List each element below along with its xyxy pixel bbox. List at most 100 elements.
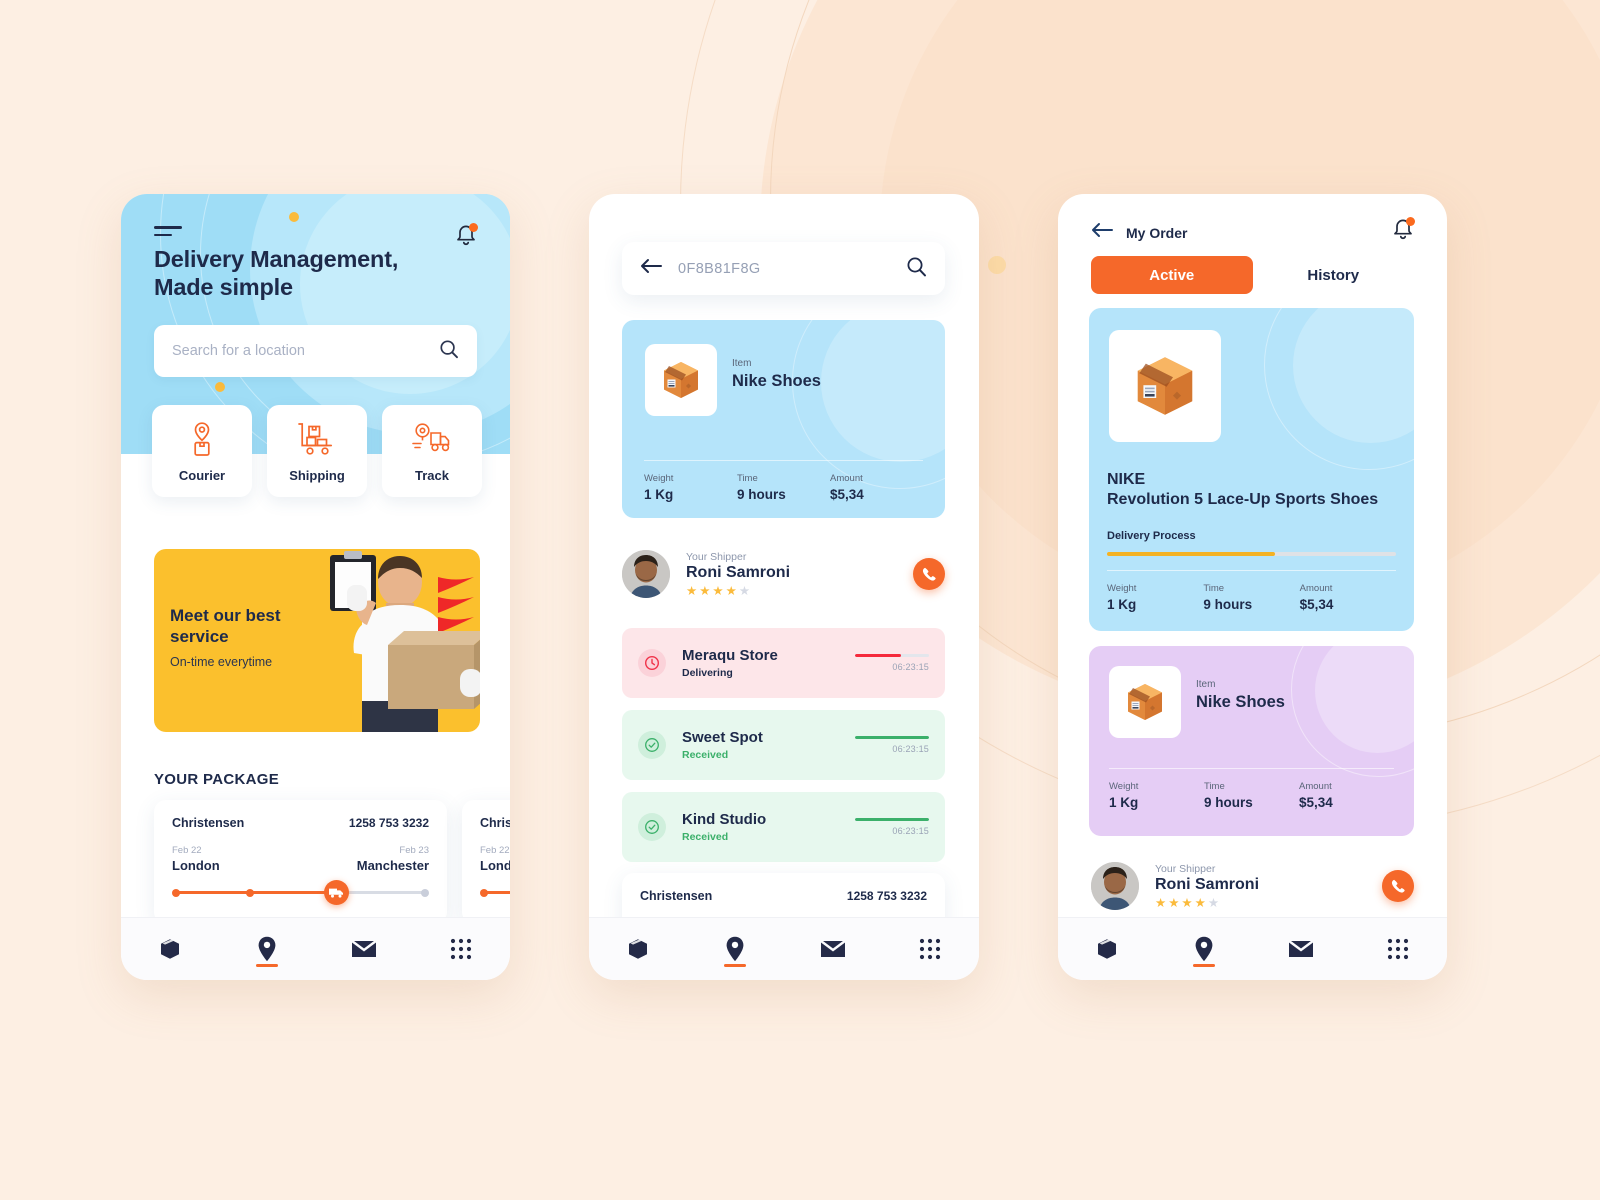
action-track[interactable]: Track: [382, 405, 482, 497]
package-progress-track: [172, 880, 429, 905]
time-label: Time: [737, 473, 758, 484]
secondary-order-card[interactable]: Item Nike Shoes Weight 1 Kg Time 9 hours…: [1089, 646, 1414, 836]
package-from-city: London: [480, 858, 510, 873]
background-dot: [988, 256, 1006, 274]
nav-item-apps[interactable]: [413, 918, 510, 980]
call-shipper-button[interactable]: [913, 558, 945, 590]
nav-item-packages[interactable]: [121, 918, 218, 980]
decor-dot: [215, 382, 225, 392]
phone-screen-my-order: My Order Active History NIKE Revolution …: [1058, 194, 1447, 980]
call-shipper-button[interactable]: [1382, 870, 1414, 902]
nav-item-apps[interactable]: [882, 918, 980, 980]
shipper-name: Roni Samroni: [686, 563, 791, 581]
status-card[interactable]: Kind Studio Received 06:23:15: [622, 792, 945, 862]
status-store-name: Sweet Spot: [682, 729, 763, 746]
status-card[interactable]: Meraqu Store Delivering 06:23:15: [622, 628, 945, 698]
weight-label: Weight: [1109, 781, 1139, 792]
status-state: Received: [682, 831, 729, 843]
action-shipping[interactable]: Shipping: [267, 405, 367, 497]
package-to-city: Manchester: [356, 858, 429, 873]
amount-label: Amount: [1299, 781, 1332, 792]
amount-label: Amount: [830, 473, 863, 484]
time-label: Time: [1203, 583, 1225, 594]
action-shipping-label: Shipping: [289, 468, 345, 483]
page-title-line2: Made simple: [154, 273, 293, 300]
back-arrow-icon[interactable]: [640, 258, 662, 279]
nav-item-packages[interactable]: [589, 918, 687, 980]
weight-value: 1 Kg: [1109, 795, 1139, 810]
shipper-row: Your Shipper Roni Samroni ★★★★★: [1091, 862, 1414, 910]
location-search-bar[interactable]: [154, 325, 477, 377]
package-to-date: Feb 23: [399, 845, 429, 856]
tracking-code-value[interactable]: 0F8B81F8G: [678, 261, 890, 277]
nav-item-messages[interactable]: [784, 918, 882, 980]
package-name: Christensen: [480, 816, 510, 830]
status-progress-bar: [855, 818, 929, 821]
tab-active[interactable]: Active: [1091, 256, 1253, 294]
check-circle-icon: [638, 813, 666, 841]
shipper-name: Roni Samroni: [1155, 875, 1260, 893]
action-track-label: Track: [415, 468, 449, 483]
item-thumbnail: [1109, 666, 1181, 738]
tracking-search-bar[interactable]: 0F8B81F8G: [622, 242, 945, 295]
package-card[interactable]: Christensen 1258 753 3232 Feb 22 London …: [462, 800, 510, 924]
item-stats: Weight 1 Kg Time 9 hours Amount $5,34: [644, 473, 923, 502]
shipper-avatar: [622, 550, 670, 598]
delivery-process: Delivery Process: [1107, 530, 1396, 556]
package-list: Christensen 1258 753 3232 Feb 22 London …: [154, 800, 510, 924]
item-name: Nike Shoes: [732, 372, 821, 390]
nav-item-apps[interactable]: [1350, 918, 1447, 980]
tab-history[interactable]: History: [1253, 256, 1415, 294]
weight-label: Weight: [644, 473, 674, 484]
package-code: 1258 753 3232: [348, 816, 429, 830]
search-input[interactable]: [172, 343, 439, 359]
nav-item-tracking[interactable]: [218, 918, 315, 980]
action-courier[interactable]: Courier: [152, 405, 252, 497]
shipper-row: Your Shipper Roni Samroni ★★★★★: [622, 546, 945, 602]
time-value: 9 hours: [1204, 795, 1253, 810]
search-icon[interactable]: [439, 339, 459, 364]
package-name: Christensen: [172, 816, 245, 830]
promo-banner[interactable]: Meet our best service On-time everytime: [154, 549, 480, 732]
package-progress-track: [480, 880, 510, 904]
quick-actions: Courier Shipping Track: [152, 405, 482, 497]
page-title: My Order: [1126, 224, 1188, 241]
package-from-date: Feb 22: [480, 845, 510, 856]
shipment-item-card: Item Nike Shoes Weight 1 Kg Time 9 hours…: [622, 320, 945, 518]
package-card[interactable]: Christensen 1258 753 3232 Feb 22 London …: [154, 800, 447, 924]
courier-pin-box-icon: [187, 419, 217, 459]
back-button[interactable]: My Order: [1091, 222, 1187, 243]
nav-item-messages[interactable]: [316, 918, 413, 980]
delivery-process-bar: [1107, 552, 1396, 556]
nav-item-tracking[interactable]: [1155, 918, 1252, 980]
package-from-city: London: [172, 858, 220, 873]
nav-item-messages[interactable]: [1253, 918, 1350, 980]
time-label: Time: [1204, 781, 1225, 792]
search-icon[interactable]: [906, 256, 927, 282]
item-label: Item: [1196, 679, 1216, 690]
shipping-trolley-icon: [296, 419, 338, 459]
status-card[interactable]: Sweet Spot Received 06:23:15: [622, 710, 945, 780]
item-label: Item: [732, 358, 752, 369]
notification-bell-icon[interactable]: [1392, 217, 1415, 242]
item-meta: Item Nike Shoes: [732, 358, 821, 391]
nav-item-packages[interactable]: [1058, 918, 1155, 980]
check-circle-icon: [638, 731, 666, 759]
status-time: 06:23:15: [892, 744, 929, 754]
shipper-rating: ★★★★★: [1155, 895, 1222, 910]
nav-item-tracking[interactable]: [687, 918, 785, 980]
item-name: Nike Shoes: [1196, 693, 1285, 711]
package-from-date: Feb 22: [172, 845, 202, 856]
bottom-navigation: [121, 917, 510, 980]
section-title-your-package: YOUR PACKAGE: [154, 771, 279, 788]
notification-bell-icon[interactable]: [455, 223, 478, 248]
item-thumbnail: [645, 344, 717, 416]
order-thumbnail: [1109, 330, 1221, 442]
status-store-name: Kind Studio: [682, 811, 767, 828]
back-arrow-icon[interactable]: [1091, 222, 1113, 243]
hamburger-menu-icon[interactable]: [154, 226, 182, 240]
order-brand: NIKE: [1107, 471, 1146, 488]
status-store-name: Meraqu Store: [682, 647, 778, 664]
weight-value: 1 Kg: [644, 487, 674, 502]
active-order-card[interactable]: NIKE Revolution 5 Lace-Up Sports Shoes D…: [1089, 308, 1414, 631]
